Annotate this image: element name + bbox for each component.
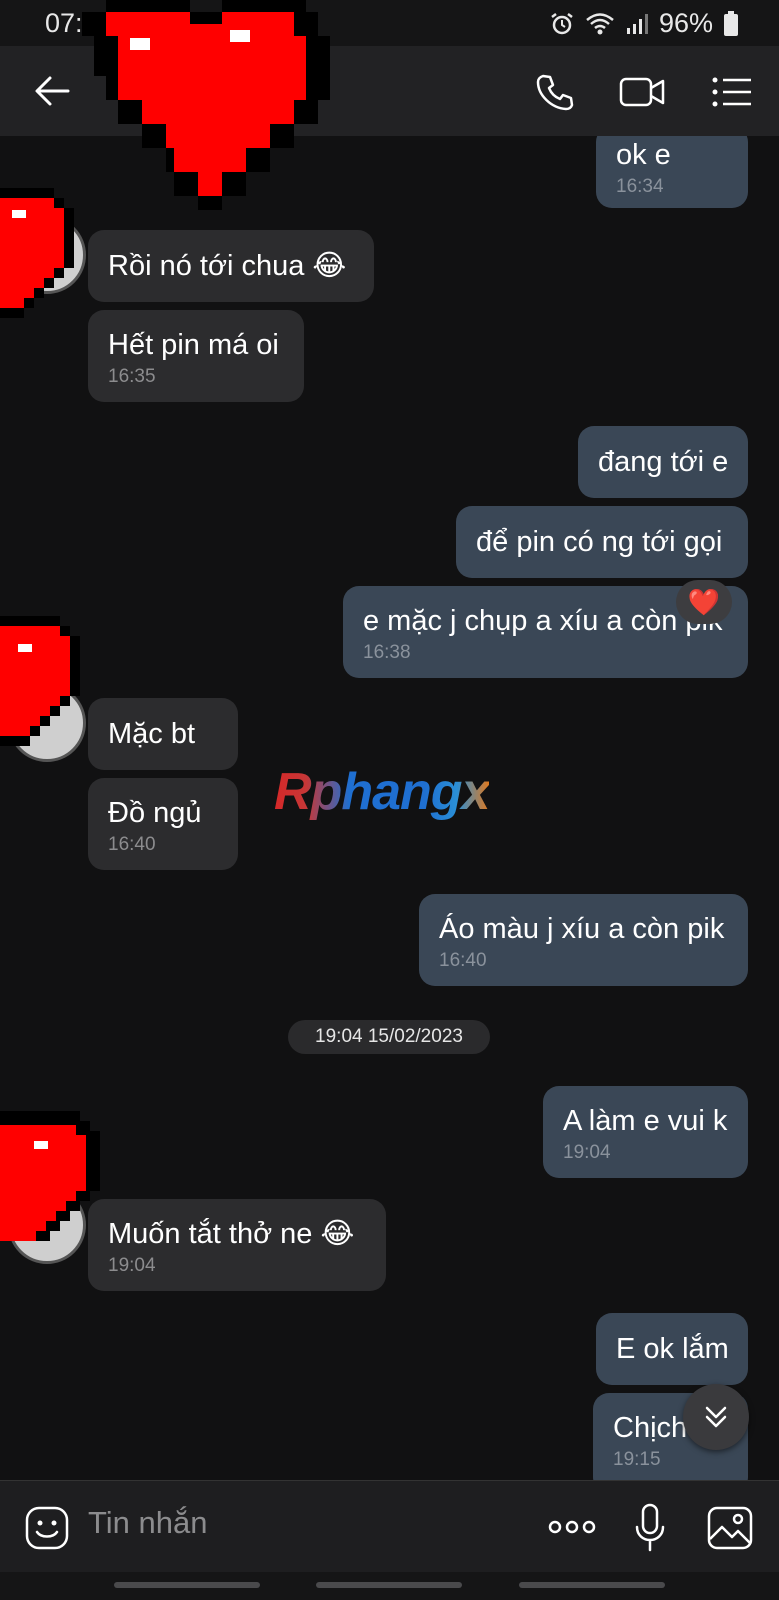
message-time: 16:34 xyxy=(616,176,664,197)
system-nav-bar xyxy=(0,1572,779,1600)
message-bubble-incoming[interactable]: Muốn tắt thở ne 😂 19:04 xyxy=(88,1199,386,1291)
message-time: 16:38 xyxy=(363,642,411,663)
emoji-icon[interactable] xyxy=(22,1503,72,1553)
message-list[interactable]: ok e 16:34 Rồi nó tới chua 😂 Hết pin má … xyxy=(0,136,779,1480)
image-icon[interactable] xyxy=(704,1503,756,1553)
signal-icon xyxy=(626,13,648,34)
message-text: A làm e vui k xyxy=(563,1105,728,1137)
message-text: Áo màu j xíu a còn pik xyxy=(439,913,725,945)
message-text: Rồi nó tới chua 😂 xyxy=(108,250,347,282)
message-text: đang tới e xyxy=(598,446,729,478)
list-menu-icon[interactable] xyxy=(708,70,756,114)
message-bubble-outgoing[interactable]: Áo màu j xíu a còn pik 16:40 xyxy=(419,894,748,986)
battery-icon xyxy=(724,10,738,36)
video-icon[interactable] xyxy=(616,68,670,116)
more-dots-icon[interactable] xyxy=(546,1511,598,1543)
message-bubble-incoming[interactable]: Rồi nó tới chua 😂 xyxy=(88,230,374,302)
message-text: ok e xyxy=(616,139,671,171)
message-composer: Tin nhắn xyxy=(0,1480,779,1573)
message-bubble-incoming[interactable]: Hết pin má oi 16:35 xyxy=(88,310,304,402)
mic-icon[interactable] xyxy=(630,1501,670,1555)
nav-back-button[interactable] xyxy=(519,1582,665,1588)
message-time: 16:40 xyxy=(108,834,156,855)
message-time: 16:40 xyxy=(439,950,487,971)
pixel-heart-sticker xyxy=(0,616,80,746)
message-bubble-outgoing[interactable]: đang tới e xyxy=(578,426,748,498)
back-arrow-icon[interactable] xyxy=(28,70,76,112)
nav-recent-button[interactable] xyxy=(114,1582,260,1588)
message-text: Mặc bt xyxy=(108,718,196,750)
message-text: E ok lắm xyxy=(616,1333,729,1365)
message-text: Đồ ngủ xyxy=(108,797,202,829)
message-bubble-outgoing[interactable]: E ok lắm xyxy=(596,1313,748,1385)
message-bubble-incoming[interactable]: Mặc bt xyxy=(88,698,238,770)
phone-icon[interactable] xyxy=(530,68,578,116)
status-icons: 96% xyxy=(549,8,739,39)
message-text: e mặc j chụp a xíu a còn pik xyxy=(363,605,723,637)
scroll-to-bottom-button[interactable] xyxy=(683,1384,749,1450)
date-separator: 19:04 15/02/2023 xyxy=(288,1020,490,1054)
message-text: để pin có ng tới gọi xyxy=(476,526,723,558)
pixel-heart-sticker xyxy=(82,0,330,210)
message-text: Muốn tắt thở ne 😂 xyxy=(108,1218,355,1250)
watermark: Rphangx xyxy=(274,763,490,821)
message-bubble-outgoing[interactable]: ok e 16:34 xyxy=(596,136,748,208)
chevron-double-down-icon xyxy=(705,1406,727,1428)
message-bubble-outgoing[interactable]: để pin có ng tới gọi xyxy=(456,506,748,578)
wifi-icon xyxy=(586,12,614,34)
heart-reaction[interactable]: ❤️ xyxy=(676,580,732,624)
message-time: 16:35 xyxy=(108,366,156,387)
message-time: 19:04 xyxy=(108,1255,156,1276)
battery-percent: 96% xyxy=(658,8,713,38)
message-input[interactable]: Tin nhắn xyxy=(88,1505,208,1541)
message-text: Hết pin má oi xyxy=(108,329,279,361)
pixel-heart-sticker xyxy=(0,1111,100,1241)
message-bubble-incoming[interactable]: Đồ ngủ 16:40 xyxy=(88,778,238,870)
message-time: 19:15 xyxy=(613,1449,661,1470)
message-bubble-outgoing[interactable]: A làm e vui k 19:04 xyxy=(543,1086,748,1178)
pixel-heart-sticker xyxy=(0,188,74,318)
message-time: 19:04 xyxy=(563,1142,611,1163)
alarm-icon xyxy=(551,12,573,34)
nav-home-button[interactable] xyxy=(316,1582,462,1588)
